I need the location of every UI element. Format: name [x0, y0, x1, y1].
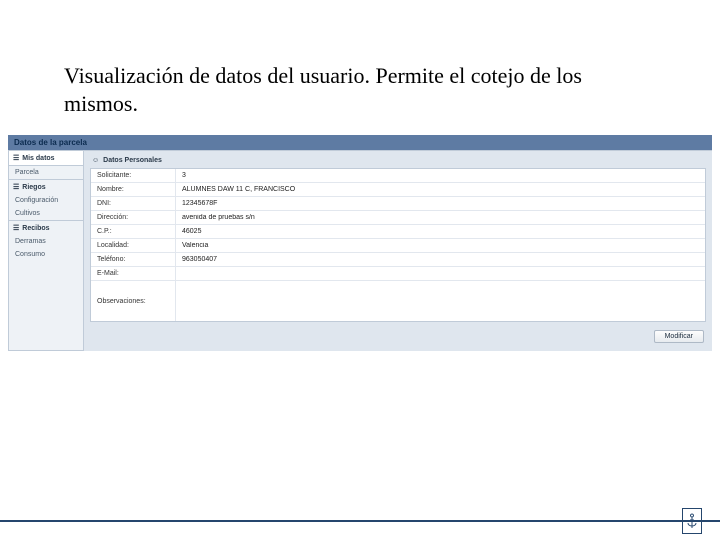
label-cp: C.P.: [91, 225, 176, 238]
input-solicitante[interactable] [176, 169, 705, 182]
sidebar-recibos-label: Recibos [22, 225, 49, 232]
input-observaciones[interactable] [176, 281, 705, 321]
label-nombre: Nombre: [91, 183, 176, 196]
input-email[interactable] [176, 267, 705, 280]
sidebar-item-parcela[interactable]: Parcela [9, 166, 83, 179]
input-dni[interactable] [176, 197, 705, 210]
sidebar-mis-datos-label: Mis datos [22, 155, 54, 162]
personal-data-form: Solicitante: Nombre: DNI: Dirección: [90, 168, 706, 322]
modify-button[interactable]: Modificar [654, 330, 704, 343]
sidebar-item-configuracion[interactable]: Configuración [9, 194, 83, 207]
sidebar: ☰ Mis datos Parcela ☰ Riegos Configuraci… [8, 151, 84, 351]
label-solicitante: Solicitante: [91, 169, 176, 182]
receipt-icon: ☰ [13, 224, 19, 232]
sidebar-group-riegos[interactable]: ☰ Riegos [9, 179, 83, 194]
label-telefono: Teléfono: [91, 253, 176, 266]
label-dni: DNI: [91, 197, 176, 210]
sidebar-item-derramas[interactable]: Derramas [9, 235, 83, 248]
footer-divider [0, 520, 720, 522]
user-icon: ☰ [13, 154, 19, 162]
label-localidad: Localidad: [91, 239, 176, 252]
label-email: E-Mail: [91, 267, 176, 280]
input-direccion[interactable] [176, 211, 705, 224]
sidebar-riegos-label: Riegos [22, 184, 45, 191]
sidebar-tab-mis-datos[interactable]: ☰ Mis datos [9, 151, 83, 166]
label-observaciones: Observaciones: [91, 281, 176, 321]
sidebar-item-consumo[interactable]: Consumo [9, 248, 83, 261]
panel-title: Datos Personales [103, 157, 162, 164]
anchor-icon [686, 512, 698, 530]
app-body: ☰ Mis datos Parcela ☰ Riegos Configuraci… [8, 150, 712, 351]
footer-logo [682, 508, 702, 534]
app-screenshot: Datos de la parcela ☰ Mis datos Parcela … [8, 135, 712, 351]
panel-header: ☺ Datos Personales [90, 155, 706, 168]
sidebar-item-cultivos[interactable]: Cultivos [9, 207, 83, 220]
input-telefono[interactable] [176, 253, 705, 266]
content-area: ☺ Datos Personales Solicitante: Nombre: … [84, 151, 712, 351]
input-cp[interactable] [176, 225, 705, 238]
app-header-bar: Datos de la parcela [8, 135, 712, 150]
sidebar-group-recibos[interactable]: ☰ Recibos [9, 220, 83, 235]
button-row: Modificar [90, 322, 706, 343]
person-icon: ☺ [92, 157, 99, 164]
drop-icon: ☰ [13, 183, 19, 191]
slide-title: Visualización de datos del usuario. Perm… [64, 62, 660, 117]
input-localidad[interactable] [176, 239, 705, 252]
input-nombre[interactable] [176, 183, 705, 196]
label-direccion: Dirección: [91, 211, 176, 224]
